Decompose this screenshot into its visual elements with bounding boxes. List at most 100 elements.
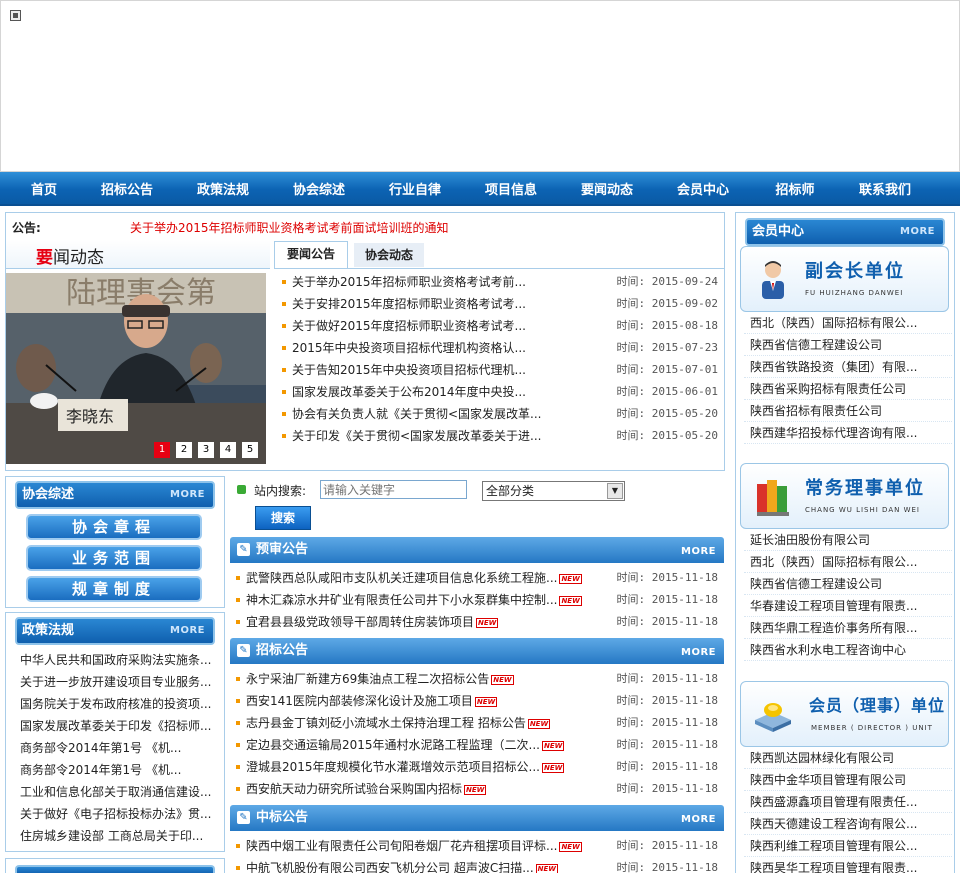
business-scope-button[interactable]: 业务范围 [26,545,202,571]
section-more-link[interactable]: MORE [681,638,716,668]
carousel-page-1[interactable]: 1 [154,442,170,458]
search-button[interactable]: 搜索 [255,506,311,530]
news-list-item[interactable]: 2015年中央投资项目招标代理机构资格认... 时间: 2015-07-23 [276,337,724,359]
news-item-title[interactable]: 关于安排2015年度招标师职业资格考试考... [292,297,526,311]
section-list-item[interactable]: 陕西中烟工业有限责任公司旬阳卷烟厂花卉租摆项目评标... NEW 时间: 2015-… [230,835,724,857]
regulations-button[interactable]: 规章制度 [26,576,202,602]
section-item-title[interactable]: 定边县交通运输局2015年通村水泥路工程监理（二次... [246,738,540,752]
policy-more-link[interactable]: MORE [170,619,205,643]
section-item-title[interactable]: 志丹县金丁镇刘砭小流域水土保持治理工程 招标公告 [246,716,526,730]
policy-list-item[interactable]: 商务部令2014年第1号 《机... [6,737,222,759]
news-item-title[interactable]: 关于告知2015年中央投资项目招标代理机... [292,363,526,377]
search-input[interactable] [320,480,467,499]
tab-headline-notice[interactable]: 要闻公告 [274,241,348,268]
carousel-page-5[interactable]: 5 [242,442,258,458]
news-list-item[interactable]: 关于告知2015年中央投资项目招标代理机... 时间: 2015-07-01 [276,359,724,381]
member-list-item[interactable]: 陕西凯达园林绿化有限公司 [744,747,952,769]
nav-projects[interactable]: 项目信息 [463,179,559,198]
section-list-item[interactable]: 西安141医院内部装修深化设计及施工项目 NEW 时间: 2015-11-18 [230,690,724,712]
policy-list-item[interactable]: 住房城乡建设部 工商总局关于印... [6,825,222,847]
news-item-title[interactable]: 关于印发《关于贯彻<国家发展改革委关于进... [292,429,542,443]
nav-bid-notice[interactable]: 招标公告 [79,179,175,198]
member-list-item[interactable]: 陕西省信德工程建设公司 [744,573,952,595]
news-item-title[interactable]: 协会有关负责人就《关于贯彻<国家发展改革... [292,407,542,421]
member-more-link[interactable]: MORE [900,220,935,244]
policy-list-item[interactable]: 国务院关于发布政府核准的投资项... [6,693,222,715]
section-more-link[interactable]: MORE [681,537,716,567]
member-list-item[interactable]: 陕西建华招投标代理咨询有限... [744,422,952,444]
section-item-title[interactable]: 神木汇森凉水井矿业有限责任公司井下小水泵群集中控制... [246,593,557,607]
section-item-title[interactable]: 宜君县县级党政领导干部周转住房装饰项目 [246,615,474,629]
news-list-item[interactable]: 国家发展改革委关于公布2014年度中央投... 时间: 2015-06-01 [276,381,724,403]
section-item-title[interactable]: 武警陕西总队咸阳市支队机关迁建项目信息化系统工程施... [246,571,557,585]
section-item-title[interactable]: 西安航天动力研究所试验台采购国内招标 [246,782,462,796]
tab-association-news[interactable]: 协会动态 [354,243,424,267]
policy-list-item[interactable]: 工业和信息化部关于取消通信建设... [6,781,222,803]
section-list-item[interactable]: 神木汇森凉水井矿业有限责任公司井下小水泵群集中控制... NEW 时间: 2015-… [230,589,724,611]
member-list-item[interactable]: 陕西省招标有限责任公司 [744,400,952,422]
section-list-item[interactable]: 永宁采油厂新建方69集油点工程二次招标公告 NEW 时间: 2015-11-18 [230,668,724,690]
member-list-item[interactable]: 延长油田股份有限公司 [744,529,952,551]
member-list-item[interactable]: 陕西中金华项目管理有限公司 [744,769,952,791]
section-item-title[interactable]: 中航飞机股份有限公司西安飞机分公司 超声波C扫描... [246,861,534,873]
nav-self-discipline[interactable]: 行业自律 [367,179,463,198]
charter-button[interactable]: 协会章程 [26,514,202,540]
carousel-page-3[interactable]: 3 [198,442,214,458]
member-list-item[interactable]: 华春建设工程项目管理有限责... [744,595,952,617]
section-item-title[interactable]: 陕西中烟工业有限责任公司旬阳卷烟厂花卉租摆项目评标... [246,839,557,853]
nav-members[interactable]: 会员中心 [655,179,751,198]
news-item-title[interactable]: 关于举办2015年招标师职业资格考试考前... [292,275,526,289]
section-item-title[interactable]: 澄城县2015年度规模化节水灌溉增效示范项目招标公... [246,760,540,774]
section-list-item[interactable]: 中航飞机股份有限公司西安飞机分公司 超声波C扫描... NEW 时间: 2015-1… [230,857,724,873]
policy-list-item[interactable]: 关于进一步放开建设项目专业服务... [6,671,222,693]
news-list-item[interactable]: 关于安排2015年度招标师职业资格考试考... 时间: 2015-09-02 [276,293,724,315]
policy-list-item[interactable]: 关于做好《电子招标投标办法》贯... [6,803,222,825]
news-item-title[interactable]: 2015年中央投资项目招标代理机构资格认... [292,341,526,355]
section-more-link[interactable]: MORE [681,805,716,835]
association-more-link[interactable]: MORE [170,483,205,507]
member-list-item[interactable]: 西北（陕西）国际招标有限公... [744,312,952,334]
section-list-item[interactable]: 澄城县2015年度规模化节水灌溉增效示范项目招标公... NEW 时间: 2015-… [230,756,724,778]
section-list-item[interactable]: 宜君县县级党政领导干部周转住房装饰项目 NEW 时间: 2015-11-18 [230,611,724,633]
member-list-item[interactable]: 陕西天德建设工程咨询有限公... [744,813,952,835]
member-group-banner[interactable]: 常务理事单位 CHANG WU LISHI DAN WEI [740,463,949,529]
section-list-item[interactable]: 西安航天动力研究所试验台采购国内招标 NEW 时间: 2015-11-18 [230,778,724,800]
news-item-title[interactable]: 关于做好2015年度招标师职业资格考试考... [292,319,526,333]
carousel-page-2[interactable]: 2 [176,442,192,458]
nav-policy[interactable]: 政策法规 [175,179,271,198]
category-select[interactable]: 全部分类 ▼ [482,481,625,501]
policy-list-item[interactable]: 国家发展改革委关于印发《招标师... [6,715,222,737]
nav-association[interactable]: 协会综述 [271,179,367,198]
policy-list-item[interactable]: 中华人民共和国政府采购法实施条... [6,649,222,671]
policy-list-item[interactable]: 商务部令2014年第1号 《机... [6,759,222,781]
nav-news[interactable]: 要闻动态 [559,179,655,198]
news-list-item[interactable]: 关于举办2015年招标师职业资格考试考前... 时间: 2015-09-24 [276,271,724,293]
nav-contact[interactable]: 联系我们 [839,179,931,198]
member-list-item[interactable]: 陕西省采购招标有限责任公司 [744,378,952,400]
news-list-item[interactable]: 关于做好2015年度招标师职业资格考试考... 时间: 2015-08-18 [276,315,724,337]
member-list-item[interactable]: 陕西利维工程项目管理有限公... [744,835,952,857]
member-group-banner[interactable]: 副会长单位 FU HUIZHANG DANWEI [740,246,949,312]
member-list-item[interactable]: 陕西省水利水电工程咨询中心 [744,639,952,661]
chevron-down-icon[interactable]: ▼ [607,483,623,499]
notice-marquee-text[interactable]: 关于举办2015年招标师职业资格考试考前面试培训班的通知 [130,219,449,236]
member-list-item[interactable]: 陕西昊华工程项目管理有限责... [744,857,952,873]
section-list-item[interactable]: 定边县交通运输局2015年通村水泥路工程监理（二次... NEW 时间: 2015-… [230,734,724,756]
member-list-item[interactable]: 陕西盛源鑫项目管理有限责任... [744,791,952,813]
news-list-item[interactable]: 协会有关负责人就《关于贯彻<国家发展改革... 时间: 2015-05-20 [276,403,724,425]
member-list-item[interactable]: 西北（陕西）国际招标有限公... [744,551,952,573]
member-list-item[interactable]: 陕西华鼎工程造价事务所有限... [744,617,952,639]
member-list-item[interactable]: 陕西省铁路投资（集团）有限... [744,356,952,378]
news-list-item[interactable]: 关于印发《关于贯彻<国家发展改革委关于进... 时间: 2015-05-20 [276,425,724,447]
nav-home[interactable]: 首页 [9,179,79,198]
section-item-title[interactable]: 西安141医院内部装修深化设计及施工项目 [246,694,473,708]
member-group-banner[interactable]: 会员（理事）单位 MEMBER ( DIRECTOR ) UNIT [740,681,949,747]
section-list-item[interactable]: 志丹县金丁镇刘砭小流域水土保持治理工程 招标公告 NEW 时间: 2015-11-1… [230,712,724,734]
nav-bid-engineer[interactable]: 招标师 [751,179,839,198]
news-item-title[interactable]: 国家发展改革委关于公布2014年度中央投... [292,385,526,399]
section-list-item[interactable]: 武警陕西总队咸阳市支队机关迁建项目信息化系统工程施... NEW 时间: 2015-… [230,567,724,589]
carousel-page-4[interactable]: 4 [220,442,236,458]
member-list-item[interactable]: 陕西省信德工程建设公司 [744,334,952,356]
section-item-title[interactable]: 永宁采油厂新建方69集油点工程二次招标公告 [246,672,489,686]
news-photo-carousel[interactable]: 陆理事会第 李晓东 12345 [6,273,266,464]
